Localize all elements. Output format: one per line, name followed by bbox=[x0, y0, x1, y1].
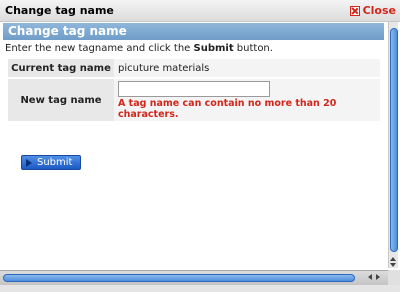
current-tag-row: Current tag name picuture materials bbox=[8, 59, 380, 77]
play-icon bbox=[26, 158, 32, 167]
vertical-scrollbar[interactable] bbox=[388, 22, 398, 268]
new-tag-row: New tag name A tag name can contain no m… bbox=[8, 79, 380, 121]
close-icon[interactable] bbox=[349, 5, 360, 16]
horizontal-scrollbar[interactable] bbox=[0, 270, 389, 285]
instructions-submit-word: Submit bbox=[193, 43, 234, 54]
error-message: A tag name can contain no more than 20 c… bbox=[118, 98, 337, 120]
close-label[interactable]: Close bbox=[363, 4, 396, 17]
new-tag-input[interactable] bbox=[118, 81, 270, 97]
dialog-content: Change tag name Enter the new tagname an… bbox=[0, 22, 386, 264]
section-header: Change tag name bbox=[3, 23, 384, 40]
submit-label[interactable]: Submit bbox=[37, 157, 72, 168]
scroll-right-icon[interactable] bbox=[376, 274, 380, 280]
current-tag-value: picuture materials bbox=[114, 59, 380, 77]
close-button[interactable]: Close bbox=[349, 4, 396, 17]
submit-button[interactable]: Submit bbox=[21, 155, 81, 170]
window-titlebar: Change tag name Close bbox=[0, 0, 400, 22]
window-title: Change tag name bbox=[5, 4, 114, 17]
tag-form-table: Current tag name picuture materials New … bbox=[8, 57, 380, 123]
vertical-scroll-thumb[interactable] bbox=[390, 28, 398, 252]
instructions-text-start: Enter the new tagname and click the bbox=[5, 43, 194, 54]
new-tag-cell: A tag name can contain no more than 20 c… bbox=[114, 79, 380, 121]
window-bottom-edge bbox=[0, 285, 400, 292]
instructions: Enter the new tagname and click the Subm… bbox=[5, 43, 273, 54]
scroll-up-icon[interactable] bbox=[390, 257, 396, 261]
scroll-down-icon[interactable] bbox=[390, 263, 396, 267]
new-tag-label: New tag name bbox=[8, 79, 114, 121]
scroll-left-icon[interactable] bbox=[368, 274, 372, 280]
instructions-text-end: button. bbox=[233, 43, 273, 54]
current-tag-label: Current tag name bbox=[8, 59, 114, 77]
horizontal-scroll-thumb[interactable] bbox=[3, 274, 355, 282]
